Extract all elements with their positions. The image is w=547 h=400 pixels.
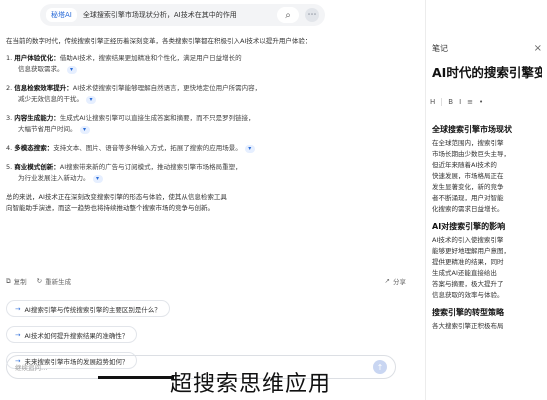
send-icon[interactable]: ↑ — [373, 360, 387, 374]
note-line: 发生显著变化，新的竞争 — [432, 183, 504, 191]
suggestion-chip[interactable]: → AI技术如何提升搜索结果的准确性？ — [6, 326, 138, 343]
note-line: 快速发展，市场格局正在 — [432, 172, 504, 180]
item-heading: 商业模式创新： — [14, 163, 60, 171]
note-title-text: AI时代的搜索引擎变革… — [432, 65, 542, 80]
note-heading: 搜索引擎的转型策略 — [432, 308, 504, 317]
note-body[interactable]: 全球搜索引擎市场现状 在全球范围内，搜索引擎 市场长期由少数巨头主导， 但近年来… — [432, 124, 544, 338]
answer-intro: 在当前的数字时代，传统搜索引擎正经历着深刻变革，各类搜索引擎都在积极引入AI技术… — [6, 37, 312, 45]
brand-badge[interactable]: 秘塔AI — [46, 8, 77, 22]
item-heading: 多模态搜索： — [14, 144, 54, 152]
editor-toolbar: H B I ≡ • — [430, 98, 544, 106]
copy-icon: ⧉ — [6, 276, 11, 285]
item-body: AI技术使搜索引擎能够理解自然语言，更快地定位用户所需内容， — [72, 84, 262, 92]
notes-label: 笔记 — [432, 43, 448, 53]
answer-content: 在当前的数字时代，传统搜索引擎正经历着深刻变革，各类搜索引擎都在积极引入AI技术… — [6, 36, 414, 214]
notes-header: 笔记 × — [426, 40, 547, 56]
item-number: 5. — [6, 163, 13, 171]
note-line: 但近年来随着AI技术的 — [432, 161, 497, 169]
refresh-icon: ↻ — [36, 277, 43, 285]
chat-panel: 秘塔AI 全球搜索引擎市场现状分析，AI技术在其中的作用 ⌕ ⋯ 在当前的数字时… — [0, 0, 425, 400]
search-query[interactable]: 全球搜索引擎市场现状分析，AI技术在其中的作用 — [83, 10, 271, 20]
suggestion-text: AI技术如何提升搜索结果的准确性？ — [24, 331, 129, 340]
note-paragraph: 在全球范围内，搜索引擎 市场长期由少数巨头主导， 但近年来随着AI技术的 快速发… — [432, 138, 544, 215]
item-heading: 信息检索效率提升： — [14, 84, 73, 92]
regenerate-label: 重新生成 — [45, 278, 72, 286]
list-item: 2. 信息检索效率提升：AI技术使搜索引擎能够理解自然语言，更快地定位用户所需内… — [6, 83, 414, 105]
item-heading: 用户体验优化： — [14, 54, 60, 62]
list-item: 1. 用户体验优化：借助AI技术，搜索结果更加精准和个性化，满足用户日益增长的 … — [6, 53, 414, 75]
answer-list: 1. 用户体验优化：借助AI技术，搜索结果更加精准和个性化，满足用户日益增长的 … — [6, 53, 414, 184]
note-doc-title[interactable]: AI时代的搜索引擎变革… ↙ — [432, 62, 542, 81]
source-chevron-icon[interactable]: ▾ — [244, 145, 255, 153]
item-body: AI搜索带来新的广告与订阅模式，推动搜索引擎市场格局重塑， — [59, 163, 242, 171]
note-line: 生成式AI还能直接给出 — [432, 269, 497, 277]
note-line: 能够更好地理解用户意图， — [432, 247, 510, 255]
italic-icon[interactable]: I — [459, 98, 461, 106]
search-bar[interactable]: 秘塔AI 全球搜索引擎市场现状分析，AI技术在其中的作用 ⌕ ⋯ — [40, 4, 325, 26]
item-body: 生成式AI让搜索引擎可以直接生成答案和摘要，而不只是罗列链接， — [59, 114, 255, 122]
bullet-list-icon[interactable]: • — [479, 98, 483, 106]
share-icon: ↗ — [384, 277, 390, 285]
caption-overlay: 超搜索思维应用 — [97, 366, 331, 398]
item-number: 2. — [6, 84, 13, 92]
copy-button[interactable]: ⧉ 复制 — [6, 276, 27, 287]
list-item: 3. 内容生成能力：生成式AI让搜索引擎可以直接生成答案和摘要，而不只是罗列链接… — [6, 113, 414, 135]
note-heading: AI对搜索引擎的影响 — [432, 222, 506, 231]
arrow-right-icon: → — [15, 304, 21, 313]
share-label: 分享 — [393, 278, 406, 286]
note-paragraph: 各大搜索引擎正积极布局 — [432, 321, 544, 332]
item-body-cont: 信息获取需求。 — [18, 65, 64, 73]
summary-line: 向智能助手演进，而这一趋势也将持续推动整个搜索市场的竞争与创新。 — [6, 204, 214, 212]
note-line: 市场长期由少数巨头主导， — [432, 150, 510, 158]
item-body: 借助AI技术，搜索结果更加精准和个性化，满足用户日益增长的 — [59, 54, 242, 62]
item-number: 4. — [6, 144, 13, 152]
note-line: 提供更精准的结果，同时 — [432, 258, 504, 266]
list-item: 5. 商业模式创新：AI搜索带来新的广告与订阅模式，推动搜索引擎市场格局重塑， … — [6, 162, 414, 184]
heading-icon[interactable]: H — [430, 98, 435, 106]
source-chevron-icon[interactable]: ▾ — [66, 66, 77, 74]
answer-summary: 总的来说，AI技术正在深刻改变搜索引擎的形态与体验，使其从信息检索工具 向智能助… — [6, 192, 414, 214]
note-line: 者不断涌现，用户对智能 — [432, 194, 504, 202]
note-heading: 全球搜索引擎市场现状 — [432, 125, 512, 134]
note-line: 各大搜索引擎正积极布局 — [432, 322, 504, 330]
item-body-cont: 减少无效信息的干扰。 — [18, 95, 83, 103]
source-chevron-icon[interactable]: ▾ — [86, 96, 96, 104]
item-body-cont: 为行业发展注入新动力。 — [18, 174, 90, 182]
notes-panel: 笔记 × AI时代的搜索引擎变革… ↙ H B I ≡ • 全球搜索引擎市场现状… — [425, 0, 547, 400]
source-chevron-icon[interactable]: ▾ — [92, 175, 103, 183]
answer-actions: ⧉ 复制 ↻ 重新生成 ↗ 分享 — [6, 276, 406, 287]
suggestion-chip[interactable]: → AI搜索引擎与传统搜索引擎的主要区别是什么？ — [6, 300, 170, 317]
list-item: 4. 多模态搜索：支持文本、图片、语音等多种输入方式，拓展了搜索的应用场景。 ▾ — [6, 143, 414, 154]
note-line: 在全球范围内，搜索引擎 — [432, 139, 504, 147]
copy-label: 复制 — [13, 278, 27, 286]
share-button[interactable]: ↗ 分享 — [385, 276, 406, 286]
note-line: 化搜索的需求日益增长。 — [432, 205, 504, 213]
item-heading: 内容生成能力： — [14, 114, 60, 122]
regenerate-button[interactable]: ↻ 重新生成 — [37, 276, 71, 286]
source-chevron-icon[interactable]: ▾ — [79, 126, 90, 134]
note-line: 信息获取的效率与体验。 — [432, 291, 504, 299]
item-body-cont: 大幅节省用户时间。 — [18, 125, 77, 133]
more-icon[interactable]: ⋯ — [305, 8, 319, 22]
item-body: 支持文本、图片、语音等多种输入方式，拓展了搜索的应用场景。 — [53, 144, 242, 152]
close-icon[interactable]: × — [534, 43, 542, 54]
arrow-right-icon: → — [15, 330, 21, 339]
note-line: AI技术的引入使搜索引擎 — [432, 236, 504, 244]
item-number: 3. — [6, 114, 13, 122]
bold-icon[interactable]: B — [448, 98, 453, 106]
align-icon[interactable]: ≡ — [467, 98, 473, 106]
note-paragraph: AI技术的引入使搜索引擎 能够更好地理解用户意图， 提供更精准的结果，同时 生成… — [432, 235, 544, 301]
suggestion-text: AI搜索引擎与传统搜索引擎的主要区别是什么？ — [24, 305, 161, 314]
search-icon[interactable]: ⌕ — [277, 7, 299, 23]
item-number: 1. — [6, 54, 13, 62]
toolbar-divider — [441, 98, 443, 106]
summary-line: 总的来说，AI技术正在深刻改变搜索引擎的形态与体验，使其从信息检索工具 — [6, 193, 227, 201]
note-line: 答案与摘要，极大提升了 — [432, 280, 504, 288]
